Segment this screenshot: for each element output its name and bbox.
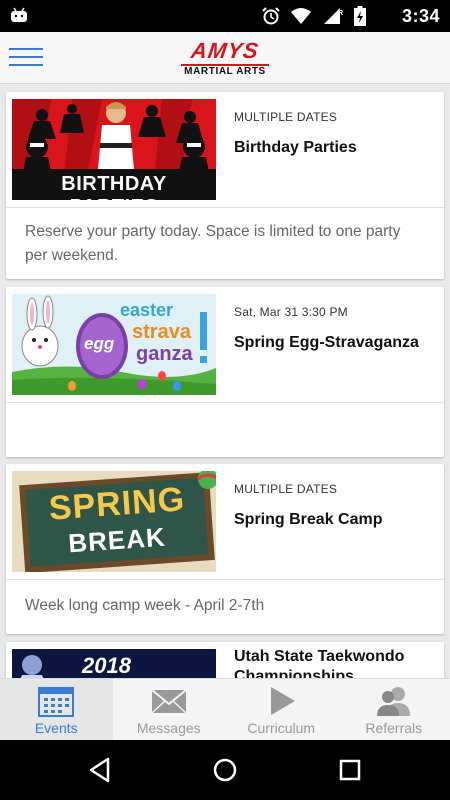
divider xyxy=(6,207,444,208)
envelope-icon xyxy=(151,689,187,714)
event-description: Reserve your party today. Space is limit… xyxy=(25,223,401,264)
calendar-icon xyxy=(38,687,75,717)
tab-label: Events xyxy=(34,720,78,736)
hamburger-line xyxy=(9,48,43,50)
recents-icon[interactable] xyxy=(336,756,364,784)
clock: 3:34 xyxy=(401,6,440,26)
brand-logo: AMYS MARTIAL ARTS xyxy=(181,38,269,77)
divider xyxy=(6,579,444,580)
status-bar: R 3:34 xyxy=(0,0,450,32)
bottom-tab-bar: Events Messages Curriculum Referrals xyxy=(0,678,450,740)
back-icon[interactable] xyxy=(86,756,114,784)
home-icon[interactable] xyxy=(211,756,239,784)
battery-icon xyxy=(354,6,366,26)
event-meta: MULTIPLE DATES Spring Break Camp xyxy=(234,482,436,530)
event-image: BIRTHDAY PARTIES xyxy=(12,99,216,200)
logo-text: AMYS xyxy=(189,38,261,63)
event-card-utah-state-taekwondo[interactable]: 2018 Utah State Taekwondo Championships xyxy=(6,642,444,678)
event-meta: Utah State Taekwondo Championships xyxy=(234,647,436,678)
event-title: Birthday Parties xyxy=(234,139,357,156)
event-image: SPRING BREAK xyxy=(12,471,216,572)
wifi-icon xyxy=(291,8,311,24)
tab-messages[interactable]: Messages xyxy=(113,679,226,740)
tab-label: Messages xyxy=(136,720,201,736)
app-bar: AMYS MARTIAL ARTS xyxy=(0,32,450,84)
menu-button[interactable] xyxy=(9,44,45,70)
android-icon xyxy=(11,7,27,22)
alarm-icon xyxy=(262,7,280,25)
event-image: easter egg strava ganza xyxy=(12,294,216,395)
event-meta: Sat, Mar 31 3:30 PM Spring Egg-Stravagan… xyxy=(234,305,436,353)
event-card-spring-egg-stravaganza[interactable]: easter egg strava ganza Sat, Mar 31 3:30… xyxy=(6,287,444,457)
hamburger-line xyxy=(9,64,43,66)
event-image: 2018 xyxy=(12,649,216,678)
signal-icon: R xyxy=(324,8,343,24)
event-date: Sat, Mar 31 3:30 PM xyxy=(234,305,348,319)
event-image-caption: egg xyxy=(84,334,115,353)
people-icon xyxy=(376,687,410,716)
play-icon xyxy=(271,687,296,715)
tab-curriculum[interactable]: Curriculum xyxy=(225,679,338,740)
event-card-spring-break-camp[interactable]: SPRING BREAK MULTIPLE DATES Spring Break… xyxy=(6,464,444,634)
event-image-caption: strava xyxy=(132,321,191,343)
event-description: Week long camp week - April 2-7th xyxy=(25,597,265,614)
event-image-caption: 2018 xyxy=(82,653,131,678)
svg-text:R: R xyxy=(338,10,343,17)
hamburger-line xyxy=(9,56,43,58)
event-title: Spring Egg-Stravaganza xyxy=(234,334,419,351)
event-image-caption: easter xyxy=(120,300,174,320)
event-image-caption: ganza xyxy=(136,343,193,365)
event-title: Utah State Taekwondo Championships xyxy=(234,648,405,678)
divider xyxy=(6,402,444,403)
tab-referrals[interactable]: Referrals xyxy=(338,679,450,740)
event-card-birthday-parties[interactable]: BIRTHDAY PARTIES MULTIPLE DATES Birthday… xyxy=(6,92,444,279)
event-title: Spring Break Camp xyxy=(234,511,383,528)
event-date: MULTIPLE DATES xyxy=(234,110,338,124)
tab-label: Curriculum xyxy=(247,720,316,736)
system-nav-bar xyxy=(0,740,450,800)
event-date: MULTIPLE DATES xyxy=(234,482,338,496)
logo-subtext: MARTIAL ARTS xyxy=(181,64,269,77)
events-list[interactable]: BIRTHDAY PARTIES MULTIPLE DATES Birthday… xyxy=(0,84,450,678)
tab-events[interactable]: Events xyxy=(0,679,113,740)
tab-label: Referrals xyxy=(365,720,423,736)
event-image-caption: BIRTHDAY PARTIES xyxy=(61,173,167,200)
event-meta: MULTIPLE DATES Birthday Parties xyxy=(234,110,436,158)
